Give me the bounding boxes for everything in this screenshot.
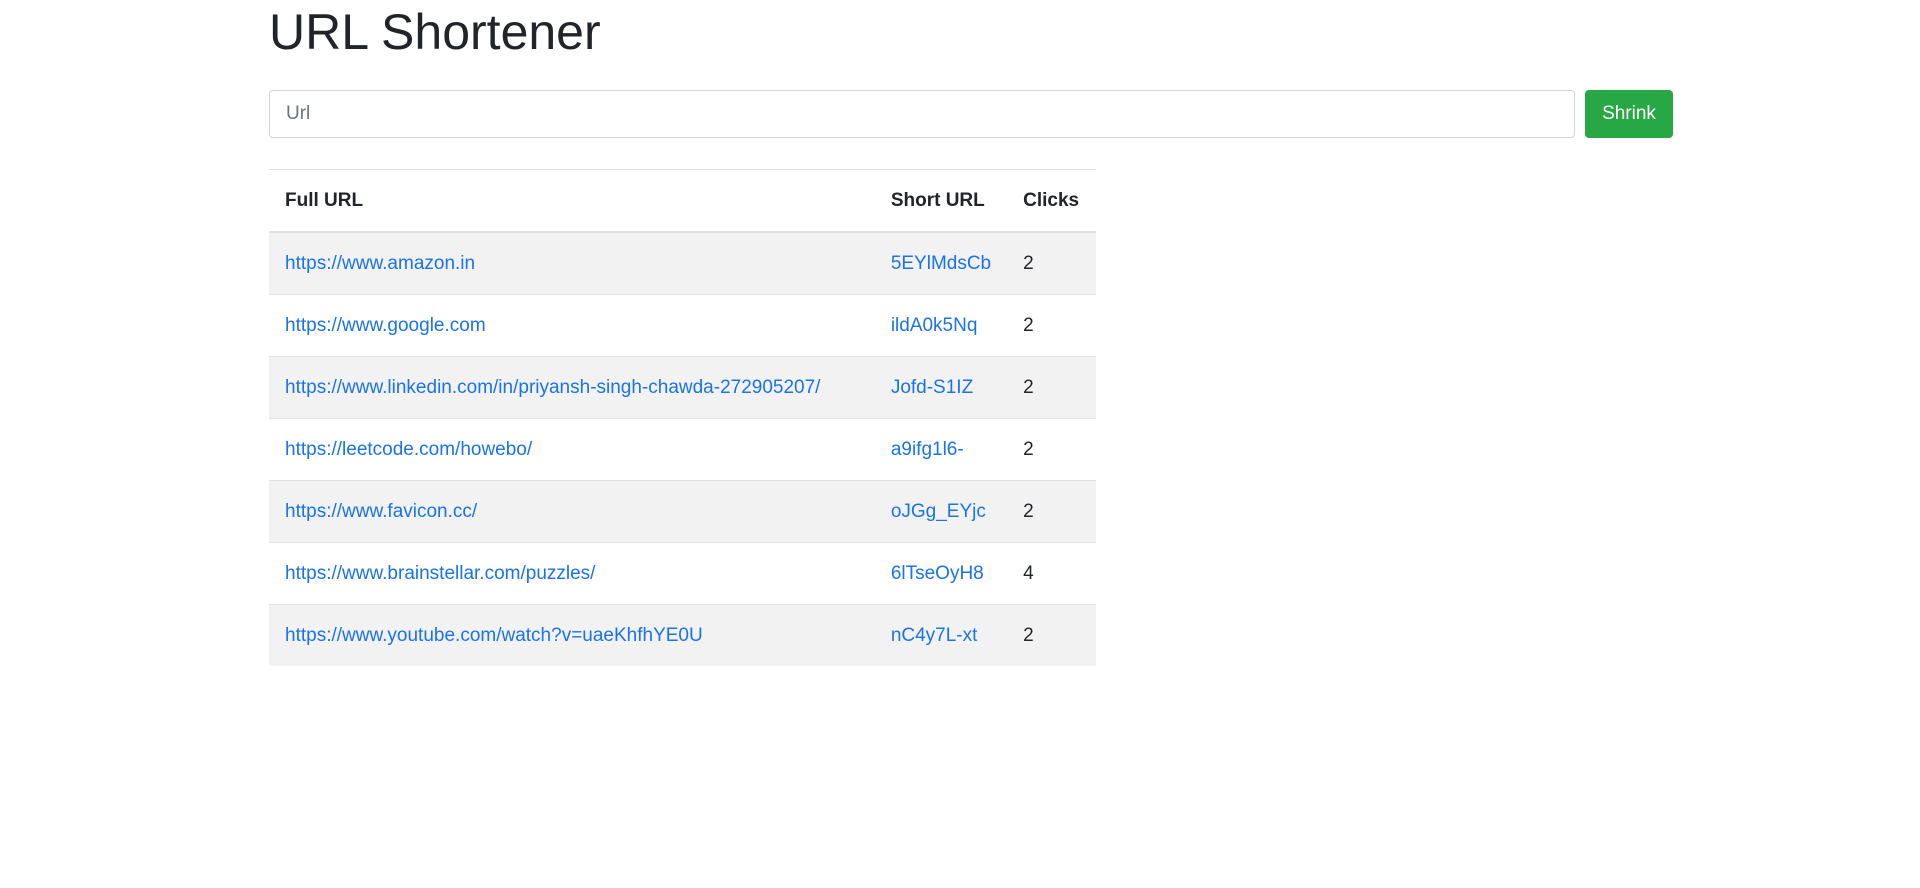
full-url-cell: https://www.google.com bbox=[269, 294, 875, 357]
full-url-link[interactable]: https://www.amazon.in bbox=[285, 253, 475, 274]
page-title: URL Shortener bbox=[269, 4, 601, 60]
clicks-cell: 2 bbox=[1007, 356, 1096, 419]
clicks-cell: 2 bbox=[1007, 418, 1096, 481]
short-url-cell: Jofd-S1IZ bbox=[874, 356, 1008, 419]
shorten-form: Shrink bbox=[269, 90, 1673, 138]
short-url-cell: nC4y7L-xt bbox=[874, 604, 1008, 666]
clicks-cell: 4 bbox=[1007, 542, 1096, 605]
full-url-cell: https://leetcode.com/howebo/ bbox=[269, 418, 875, 481]
full-url-cell: https://www.favicon.cc/ bbox=[269, 480, 875, 543]
short-url-link[interactable]: ildA0k5Nq bbox=[891, 315, 978, 336]
urls-table: Full URL Short URL Clicks https://www.am… bbox=[269, 169, 1096, 666]
table-row: https://www.brainstellar.com/puzzles/ 6l… bbox=[269, 542, 1096, 605]
short-url-link[interactable]: nC4y7L-xt bbox=[891, 625, 978, 646]
column-header-short-url: Short URL bbox=[874, 169, 1008, 233]
full-url-link[interactable]: https://www.youtube.com/watch?v=uaeKhfhY… bbox=[285, 625, 703, 646]
short-url-cell: 6lTseOyH8 bbox=[874, 542, 1008, 605]
short-url-cell: 5EYlMdsCb bbox=[874, 231, 1008, 295]
full-url-cell: https://www.amazon.in bbox=[269, 231, 875, 295]
clicks-cell: 2 bbox=[1007, 480, 1096, 543]
url-input[interactable] bbox=[269, 90, 1575, 138]
column-header-full-url: Full URL bbox=[269, 169, 875, 233]
clicks-cell: 2 bbox=[1007, 294, 1096, 357]
short-url-link[interactable]: Jofd-S1IZ bbox=[891, 377, 973, 398]
full-url-cell: https://www.brainstellar.com/puzzles/ bbox=[269, 542, 875, 605]
short-url-cell: ildA0k5Nq bbox=[874, 294, 1008, 357]
short-url-link[interactable]: 6lTseOyH8 bbox=[891, 563, 984, 584]
short-url-link[interactable]: 5EYlMdsCb bbox=[891, 253, 991, 274]
table-row: https://leetcode.com/howebo/ a9ifg1l6- 2 bbox=[269, 418, 1096, 481]
short-url-cell: oJGg_EYjc bbox=[874, 480, 1008, 543]
table-row: https://www.favicon.cc/ oJGg_EYjc 2 bbox=[269, 480, 1096, 543]
table-header-row: Full URL Short URL Clicks bbox=[269, 169, 1096, 233]
full-url-cell: https://www.youtube.com/watch?v=uaeKhfhY… bbox=[269, 604, 875, 666]
column-header-clicks: Clicks bbox=[1007, 169, 1096, 233]
full-url-link[interactable]: https://www.linkedin.com/in/priyansh-sin… bbox=[285, 377, 820, 398]
clicks-cell: 2 bbox=[1007, 231, 1096, 295]
table-row: https://www.google.com ildA0k5Nq 2 bbox=[269, 294, 1096, 357]
full-url-cell: https://www.linkedin.com/in/priyansh-sin… bbox=[269, 356, 875, 419]
table-row: https://www.youtube.com/watch?v=uaeKhfhY… bbox=[269, 604, 1096, 666]
full-url-link[interactable]: https://www.brainstellar.com/puzzles/ bbox=[285, 563, 595, 584]
short-url-link[interactable]: oJGg_EYjc bbox=[891, 501, 986, 522]
shrink-button[interactable]: Shrink bbox=[1585, 90, 1673, 138]
short-url-cell: a9ifg1l6- bbox=[874, 418, 1008, 481]
table-row: https://www.linkedin.com/in/priyansh-sin… bbox=[269, 356, 1096, 419]
short-url-link[interactable]: a9ifg1l6- bbox=[891, 439, 964, 460]
full-url-link[interactable]: https://www.favicon.cc/ bbox=[285, 501, 477, 522]
full-url-link[interactable]: https://leetcode.com/howebo/ bbox=[285, 439, 532, 460]
full-url-link[interactable]: https://www.google.com bbox=[285, 315, 486, 336]
clicks-cell: 2 bbox=[1007, 604, 1096, 666]
table-row: https://www.amazon.in 5EYlMdsCb 2 bbox=[269, 231, 1096, 295]
